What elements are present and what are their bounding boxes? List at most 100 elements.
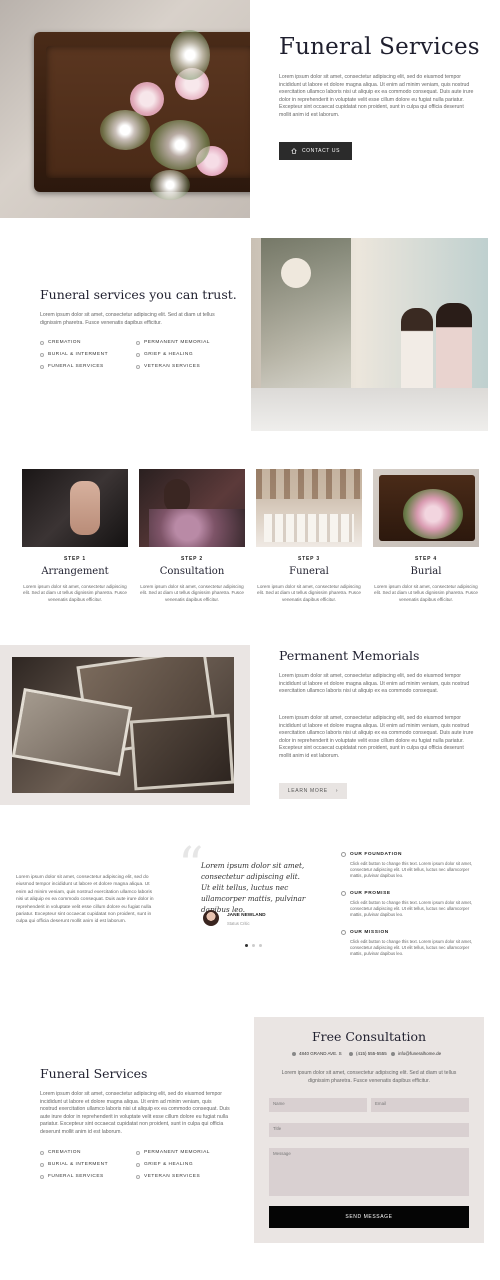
circle-icon: [136, 352, 140, 357]
feature-text: Click edit button to change this text. L…: [350, 861, 473, 879]
step-image: [256, 469, 362, 547]
service-item: FUNERAL SERVICES: [40, 1174, 104, 1179]
message-field[interactable]: Message: [269, 1148, 469, 1196]
service-label: PERMANENT MEMORIAL: [144, 340, 210, 345]
service-item: VETERAN SERVICES: [136, 364, 200, 369]
testimonial-quote: Lorem ipsum dolor sit amet, consectetur …: [201, 861, 306, 914]
service-label: CREMATION: [48, 340, 81, 345]
form-intro: Lorem ipsum dolor sit amet, consectetur …: [281, 1070, 457, 1084]
circle-icon: [136, 1162, 140, 1167]
hero-text: Lorem ipsum dolor sit amet, consectetur …: [279, 74, 474, 118]
learn-more-label: LEARN MORE: [287, 788, 328, 794]
memorials-text: Lorem ipsum dolor sit amet, consectetur …: [279, 715, 474, 759]
service-label: GRIEF & HEALING: [144, 1162, 194, 1167]
form-title: Free Consultation: [311, 1029, 427, 1044]
quote-icon: “: [178, 836, 204, 894]
service-item: CREMATION: [40, 1150, 81, 1155]
contact-us-label: CONTACT US: [301, 148, 341, 154]
service-label: FUNERAL SERVICES: [48, 364, 104, 369]
email[interactable]: info@funeralhome.de: [391, 1051, 441, 1056]
service-label: GRIEF & HEALING: [144, 352, 194, 357]
circle-icon: [136, 1174, 140, 1179]
service-item: FUNERAL SERVICES: [40, 364, 104, 369]
service-item: GRIEF & HEALING: [136, 1162, 193, 1167]
step-label: STEP 3: [298, 556, 320, 562]
check-icon: [341, 930, 346, 935]
circle-icon: [40, 1174, 44, 1179]
email-icon: [391, 1051, 395, 1056]
step-image: [22, 469, 128, 547]
step-text: Lorem ipsum dolor sit amet, consectetur …: [140, 584, 244, 602]
step-title: Consultation: [159, 566, 225, 577]
circle-icon: [40, 1150, 44, 1155]
phone-text: (415) 555-5555: [356, 1051, 387, 1056]
service-item: BURIAL & INTERMENT: [40, 352, 108, 357]
step-image: [373, 469, 479, 547]
trust-title: Funeral services you can trust.: [40, 287, 237, 302]
step-text: Lorem ipsum dolor sit amet, consectetur …: [23, 584, 127, 602]
memorials-title: Permanent Memorials: [279, 648, 420, 663]
email-field[interactable]: Email: [371, 1098, 469, 1112]
step-image: [139, 469, 245, 547]
title-field[interactable]: Title: [269, 1123, 469, 1137]
service-label: CREMATION: [48, 1150, 81, 1155]
service-label: PERMANENT MEMORIAL: [144, 1150, 210, 1155]
service-label: FUNERAL SERVICES: [48, 1174, 104, 1179]
check-icon: [341, 891, 346, 896]
send-message-button[interactable]: SEND MESSAGE: [269, 1206, 469, 1228]
memorials-photo: [12, 657, 234, 793]
service-label: VETERAN SERVICES: [144, 1174, 201, 1179]
testimonial-name: JANE NEWLAND: [227, 913, 266, 918]
family-photo: [251, 238, 488, 431]
service-item: GRIEF & HEALING: [136, 352, 193, 357]
circle-icon: [40, 352, 44, 357]
service-label: VETERAN SERVICES: [144, 364, 201, 369]
circle-icon: [40, 364, 44, 369]
phone-icon: [349, 1051, 353, 1056]
hero-image: [0, 0, 250, 218]
step-text: Lorem ipsum dolor sit amet, consectetur …: [257, 584, 361, 602]
home-icon: [291, 148, 297, 154]
step-title: Funeral: [289, 566, 329, 577]
email-text: info@funeralhome.de: [398, 1051, 442, 1056]
service-label: BURIAL & INTERMENT: [48, 1162, 108, 1167]
circle-icon: [136, 1150, 140, 1155]
service-item: CREMATION: [40, 340, 81, 345]
carousel-dot[interactable]: [259, 944, 262, 947]
step-text: Lorem ipsum dolor sit amet, consectetur …: [374, 584, 478, 602]
phone[interactable]: (415) 555-5555: [349, 1051, 387, 1056]
circle-icon: [40, 340, 44, 345]
feature-title: OUR PROMISE: [350, 891, 391, 896]
testimonial-intro: Lorem ipsum dolor sit amet, consectetur …: [16, 875, 154, 925]
service-item: BURIAL & INTERMENT: [40, 1162, 108, 1167]
name-field[interactable]: Name: [269, 1098, 367, 1112]
step-label: STEP 1: [64, 556, 86, 562]
feature-title: OUR MISSION: [350, 930, 389, 935]
bottom-title: Funeral Services: [40, 1066, 148, 1081]
service-item: VETERAN SERVICES: [136, 1174, 200, 1179]
circle-icon: [136, 340, 140, 345]
testimonial-role: Status Critic: [227, 921, 250, 926]
service-label: BURIAL & INTERMENT: [48, 352, 108, 357]
feature-text: Click edit button to change this text. L…: [350, 939, 473, 957]
step-title: Burial: [410, 566, 442, 577]
service-item: PERMANENT MEMORIAL: [136, 340, 210, 345]
circle-icon: [40, 1162, 44, 1167]
carousel-dot[interactable]: [252, 944, 255, 947]
step-label: STEP 2: [181, 556, 203, 562]
arrow-right-icon: ›: [335, 788, 339, 794]
address-text: 4840 GRAND AVE. S: [299, 1051, 342, 1056]
address: 4840 GRAND AVE. S: [292, 1051, 342, 1056]
learn-more-button[interactable]: LEARN MORE ›: [279, 783, 347, 799]
step-title: Arrangement: [41, 566, 109, 577]
feature-title: OUR FOUNDATION: [350, 852, 403, 857]
check-icon: [341, 852, 346, 857]
avatar: [203, 910, 219, 926]
carousel-dot-active[interactable]: [245, 944, 248, 947]
trust-text: Lorem ipsum dolor sit amet, consectetur …: [40, 312, 215, 326]
feature-text: Click edit button to change this text. L…: [350, 900, 473, 918]
step-label: STEP 4: [415, 556, 437, 562]
hero-title: Funeral Services: [279, 34, 480, 60]
contact-us-button[interactable]: CONTACT US: [279, 142, 352, 160]
circle-icon: [136, 364, 140, 369]
